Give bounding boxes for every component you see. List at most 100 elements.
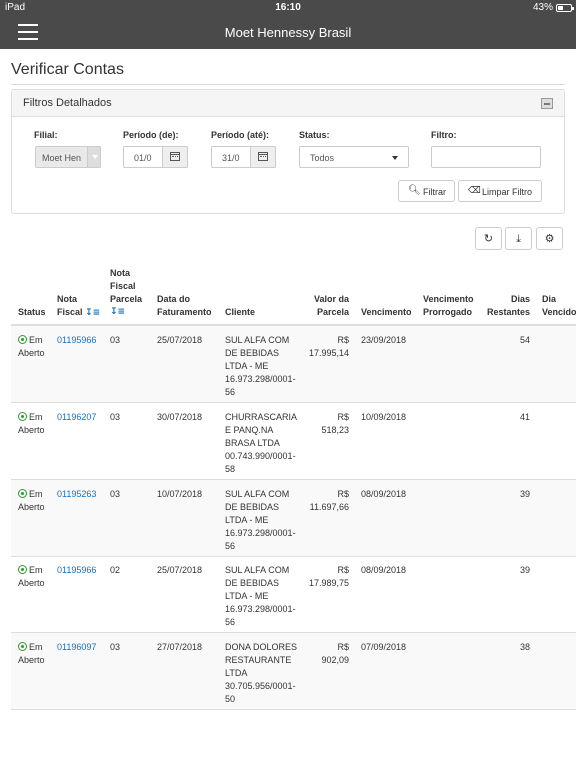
vencimento-cell: 07/09/2018 [361, 642, 407, 652]
col-dias-restantes-label-2: Restantes [486, 307, 530, 317]
status-open-icon [18, 565, 27, 574]
col-dias-restantes[interactable]: Dias Restantes [480, 293, 530, 319]
filters-panel-header[interactable]: Filtros Detalhados [12, 90, 564, 117]
cliente-cell: SUL ALFA COM DE BEBIDAS LTDA - ME 16.973… [225, 488, 296, 553]
filial-label: Filial: [34, 130, 58, 140]
filial-select[interactable]: Moet Hen [35, 146, 101, 168]
collapse-icon[interactable] [541, 98, 553, 109]
faturamento-cell: 25/07/2018 [157, 335, 203, 345]
chevron-down-icon [92, 155, 98, 159]
clear-filter-button[interactable]: ⌫ Limpar Filtro [458, 180, 542, 202]
nota-fiscal-link[interactable]: 01195966 [57, 564, 96, 577]
col-faturamento[interactable]: Data do Faturamento [157, 293, 212, 319]
col-valor-label-1: Valor da [313, 294, 349, 304]
settings-button[interactable]: ⚙ [536, 227, 563, 250]
cliente-line: 00.743.990/0001- [225, 451, 296, 461]
col-faturamento-label-2: Faturamento [157, 307, 212, 317]
valor-amount: 17.989,75 [308, 578, 349, 588]
col-parcela-label-1: Nota [110, 268, 130, 278]
cliente-line: RESTAURANTE [225, 655, 292, 665]
app-title: Moet Hennessy Brasil [224, 25, 352, 40]
table-row: Em Aberto 01196207 03 30/07/2018 CHURRAS… [11, 403, 576, 480]
nota-fiscal-link[interactable]: 01195263 [57, 488, 96, 501]
vencimento-cell: 08/09/2018 [361, 489, 407, 499]
table-row: Em Aberto 01195966 02 25/07/2018 SUL ALF… [11, 556, 576, 633]
battery-icon [556, 3, 574, 12]
download-button[interactable]: ⤓ [505, 227, 532, 250]
col-prorrogado-label-2: Prorrogado [423, 307, 473, 317]
col-prorrogado[interactable]: Vencimento Prorrogado [423, 293, 474, 319]
cliente-line: SUL ALFA COM [225, 489, 290, 499]
valor-cell: R$ 17.989,75 [300, 564, 349, 590]
cliente-line: 30.705.956/0001- [225, 681, 296, 691]
filter-button-label: Filtrar [423, 187, 446, 197]
parcela-cell: 03 [110, 489, 121, 499]
status-select[interactable]: Todos [299, 146, 409, 168]
cliente-line: DONA DOLORES [225, 642, 298, 652]
periodo-de-calendar-button[interactable] [162, 146, 188, 168]
dias-restantes-cell: 39 [519, 489, 530, 499]
gear-icon: ⚙ [544, 232, 555, 245]
cliente-cell: CHURRASCARIA E PANQ.NA BRASA LTDA 00.743… [225, 411, 297, 476]
filters-panel-title: Filtros Detalhados [23, 97, 112, 109]
status-label: Status: [299, 130, 330, 140]
nota-fiscal-link[interactable]: 01195966 [57, 334, 96, 347]
cliente-cell: SUL ALFA COM DE BEBIDAS LTDA - ME 16.973… [225, 564, 296, 629]
faturamento-cell: 30/07/2018 [157, 412, 203, 422]
sort-icon[interactable]: ↧≡ [85, 308, 100, 318]
calendar-icon [170, 152, 180, 161]
col-cliente[interactable]: Cliente [225, 306, 255, 319]
cliente-line: 50 [225, 694, 236, 704]
search-icon: 🔍︎ [408, 185, 421, 196]
filial-dropdown-toggle[interactable] [87, 146, 101, 168]
periodo-de-value: 01/0 [134, 153, 152, 163]
col-valor-label-2: Parcela [316, 307, 349, 317]
table-row: Em Aberto 01195966 03 25/07/2018 SUL ALF… [11, 326, 576, 403]
status-open-icon [18, 335, 27, 344]
refresh-button[interactable]: ↻ [475, 227, 502, 250]
status-text: Em [29, 412, 43, 422]
table-row: Em Aberto 01195263 03 10/07/2018 SUL ALF… [11, 480, 576, 557]
cliente-line: 56 [225, 541, 236, 551]
nota-fiscal-link[interactable]: 01196207 [57, 411, 96, 424]
col-vencimento[interactable]: Vencimento [361, 306, 412, 319]
chevron-down-icon [392, 156, 398, 160]
col-dias-vencidos-label-1: Dia [542, 294, 557, 304]
col-parcela[interactable]: Nota Fiscal Parcela ↧≡ [110, 267, 142, 319]
col-dias-vencidos[interactable]: Dia Vencido [542, 293, 576, 319]
cliente-cell: SUL ALFA COM DE BEBIDAS LTDA - ME 16.973… [225, 334, 296, 399]
col-faturamento-label-1: Data do [157, 294, 191, 304]
periodo-ate-value: 31/0 [222, 153, 240, 163]
filtro-input[interactable] [431, 146, 541, 168]
col-nota-fiscal[interactable]: Nota Fiscal ↧≡ [57, 293, 100, 320]
cliente-line: 56 [225, 387, 236, 397]
cliente-cell: DONA DOLORES RESTAURANTE LTDA 30.705.956… [225, 641, 297, 706]
valor-cell: R$ 17.995,14 [300, 334, 349, 360]
nota-fiscal-link[interactable]: 01196097 [57, 641, 96, 654]
valor-currency: R$ [337, 565, 349, 575]
row-divider [11, 709, 576, 710]
status-open-icon [18, 412, 27, 421]
periodo-ate-input[interactable]: 31/0 [211, 146, 276, 168]
calendar-icon [258, 152, 268, 161]
dias-restantes-cell: 41 [519, 412, 530, 422]
vencimento-cell: 08/09/2018 [361, 565, 407, 575]
status-text: Aberto [18, 655, 45, 665]
sort-icon[interactable]: ↧≡ [110, 306, 142, 319]
filter-button[interactable]: 🔍︎ Filtrar [398, 180, 455, 202]
col-vencimento-label: Vencimento [361, 307, 412, 317]
cliente-line: SUL ALFA COM [225, 335, 290, 345]
status-text: Aberto [18, 425, 45, 435]
parcela-cell: 02 [110, 565, 121, 575]
faturamento-cell: 10/07/2018 [157, 489, 203, 499]
col-status-label: Status [18, 307, 46, 317]
valor-currency: R$ [337, 412, 349, 422]
periodo-ate-calendar-button[interactable] [250, 146, 276, 168]
dias-restantes-cell: 39 [519, 565, 530, 575]
col-status[interactable]: Status [18, 306, 46, 319]
dias-restantes-cell: 38 [519, 642, 530, 652]
battery-percent: 43% [532, 2, 553, 13]
page-title: Verificar Contas [11, 61, 124, 78]
col-valor[interactable]: Valor da Parcela [300, 293, 349, 319]
periodo-de-input[interactable]: 01/0 [123, 146, 188, 168]
